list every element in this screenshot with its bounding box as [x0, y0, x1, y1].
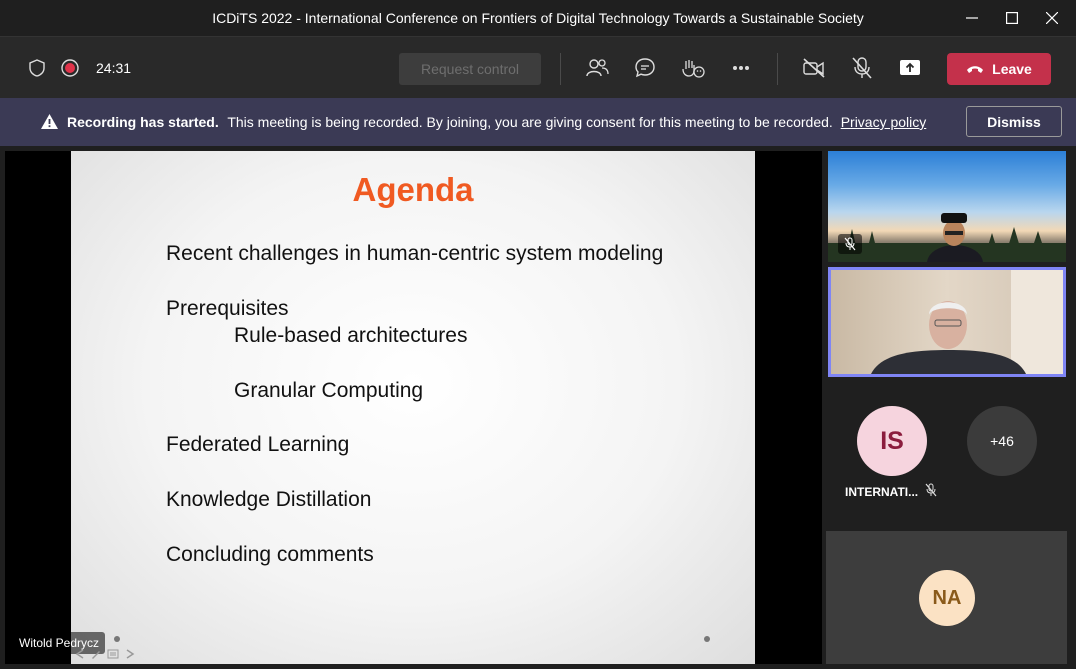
slide-bullet: Prerequisites — [166, 297, 289, 320]
maximize-button[interactable] — [999, 6, 1025, 30]
reactions-icon[interactable] — [681, 57, 705, 79]
toolbar-divider — [560, 53, 561, 85]
share-screen-icon[interactable] — [898, 57, 922, 79]
camera-off-icon[interactable] — [801, 57, 827, 79]
slide-bullet: Recent challenges in human-centric syste… — [166, 242, 664, 265]
privacy-policy-link[interactable]: Privacy policy — [841, 114, 927, 130]
participant-tile[interactable]: NA — [826, 531, 1067, 664]
participants-icon[interactable] — [584, 57, 610, 79]
chat-icon[interactable] — [633, 57, 657, 79]
mic-off-icon — [844, 237, 856, 251]
slide-sub-bullet: Granular Computing — [234, 379, 424, 402]
banner-message: This meeting is being recorded. By joini… — [227, 114, 833, 130]
slide-sub-bullet: Rule-based architectures — [234, 324, 468, 347]
recording-icon — [61, 59, 79, 77]
participant-gallery: IS +46 INTERNATI... NA — [826, 151, 1071, 664]
mic-off-icon[interactable] — [850, 56, 874, 80]
muted-badge — [838, 234, 862, 254]
slide-marker — [704, 636, 710, 642]
participant-avatar: NA — [919, 570, 975, 626]
shared-content-stage: Agenda Recent challenges in human-centri… — [5, 151, 822, 664]
leave-label: Leave — [992, 61, 1032, 77]
maximize-icon — [1006, 12, 1018, 24]
presentation-slide: Agenda Recent challenges in human-centri… — [71, 151, 755, 664]
dismiss-button[interactable]: Dismiss — [966, 106, 1062, 137]
previous-slide-icon[interactable] — [75, 649, 85, 659]
mic-off-icon — [925, 483, 937, 502]
minimize-icon — [966, 17, 978, 19]
more-participants-button[interactable]: +46 — [967, 406, 1037, 476]
request-control-button[interactable]: Request control — [399, 53, 541, 85]
meeting-timer: 24:31 — [96, 60, 132, 76]
banner-text: Recording has started. This meeting is b… — [67, 114, 926, 130]
leave-button[interactable]: Leave — [947, 53, 1051, 85]
participant-name: INTERNATI... — [845, 485, 919, 499]
next-slide-icon[interactable] — [125, 649, 135, 659]
close-button[interactable] — [1039, 6, 1065, 30]
slide-bullet: Knowledge Distillation — [166, 488, 372, 511]
slide-title: Agenda — [352, 171, 474, 208]
slide-controls — [75, 649, 135, 659]
phone-hangup-icon — [967, 66, 984, 73]
minimize-button[interactable] — [959, 6, 985, 30]
pen-icon[interactable] — [91, 649, 101, 659]
shield-icon[interactable] — [28, 59, 46, 77]
close-icon — [1046, 12, 1058, 24]
active-speaker-video-tile[interactable] — [828, 267, 1066, 377]
toolbar-divider — [777, 53, 778, 85]
banner-title: Recording has started. — [67, 114, 219, 130]
participant-avatar[interactable]: IS — [857, 406, 927, 476]
slide-marker — [114, 636, 120, 642]
window-title: ICDiTS 2022 - International Conference o… — [212, 10, 864, 26]
warning-icon — [40, 113, 59, 135]
slide-bullet: Federated Learning — [166, 433, 350, 456]
recording-banner: Recording has started. This meeting is b… — [0, 98, 1076, 146]
slide-bullet: Concluding comments — [166, 543, 374, 566]
video-feed — [828, 213, 1066, 262]
participant-video-tile[interactable] — [828, 151, 1066, 262]
title-bar: ICDiTS 2022 - International Conference o… — [0, 0, 1076, 36]
more-options-icon[interactable] — [729, 61, 753, 75]
menu-icon[interactable] — [107, 649, 119, 659]
meeting-toolbar: 24:31 Request control Leave — [0, 36, 1076, 98]
video-feed — [871, 270, 1063, 374]
